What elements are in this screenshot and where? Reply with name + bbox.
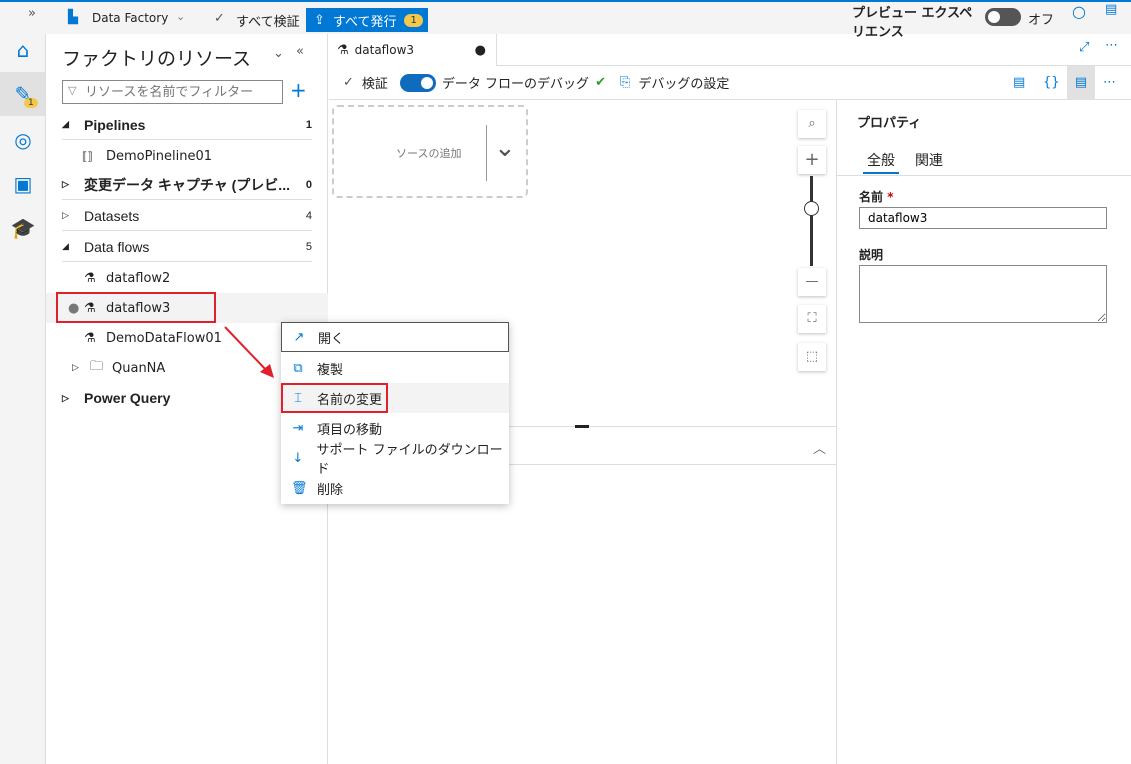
home-icon[interactable]: ⌂ <box>10 38 36 64</box>
debug-label: データ フローのデバッグ <box>441 77 590 92</box>
debug-settings-icon: ⎘ <box>619 75 631 90</box>
zoom-out-button[interactable]: — <box>798 268 826 296</box>
upload-icon: ⇪ <box>314 12 325 28</box>
validate-button[interactable]: 検証 <box>362 73 388 92</box>
properties-title: プロパティ <box>857 116 922 131</box>
open-arrow-icon: ↗ <box>293 329 305 345</box>
expand-icon[interactable]: » <box>28 6 36 21</box>
toolbar: ✓ 検証 データ フローのデバッグ ✔ ⎘ デバッグの設定 ▤ {} ▤ ⋯ <box>329 66 1131 100</box>
chevron-down-icon[interactable]: ⌄ <box>176 10 185 23</box>
code-icon[interactable]: {} <box>1043 75 1060 90</box>
search-canvas-icon[interactable]: ⌕ <box>798 110 826 138</box>
add-source-box[interactable]: ソースの追加 ⌄ <box>332 105 528 198</box>
tree-cdc[interactable]: ▷ 変更データ キャプチャ (プレビ... 0 <box>62 170 312 200</box>
left-rail: ⌂ ✎ 1 ◎ ▣ 🎓 <box>0 34 46 764</box>
tree-pipelines[interactable]: ◢ Pipelines 1 <box>62 110 312 140</box>
debug-settings-button[interactable]: デバッグの設定 <box>638 73 729 92</box>
menu-delete[interactable]: 🗑 削除 <box>281 473 509 503</box>
fit-to-screen-icon[interactable]: ⛶ <box>798 305 826 333</box>
debug-toggle[interactable] <box>399 73 436 92</box>
more-icon[interactable]: ⋯ <box>1103 75 1116 90</box>
factory-icon: ▙ <box>68 10 78 25</box>
zoom-slider-thumb[interactable] <box>804 201 819 216</box>
tree-dataflows[interactable]: ◢ Data flows 5 <box>62 232 312 262</box>
copy-icon: ⧉ <box>293 360 303 376</box>
highlight-box <box>56 292 216 323</box>
properties-panel: プロパティ 全般 関連 名前 * 説明 <box>836 100 1131 764</box>
add-source-label: ソースの追加 <box>396 147 462 160</box>
name-label: 名前 * <box>859 190 894 204</box>
zoom-in-button[interactable]: + <box>798 146 826 174</box>
zoom-slider[interactable] <box>810 176 813 266</box>
preview-state: オフ <box>1028 13 1055 28</box>
tab-general[interactable]: 全般 <box>867 150 895 170</box>
check-circle-icon: ✔ <box>595 75 606 90</box>
top-bar: » ▙ Data Factory ⌄ ✓ すべて検証 ⇪ すべて発行 1 プレビ… <box>0 0 1131 40</box>
tree-item-dataflow2[interactable]: ⚗ dataflow2 <box>62 263 312 293</box>
filter-icon: ▽ <box>68 84 77 97</box>
download-icon: ↓ <box>292 450 304 466</box>
tree-item-pipeline[interactable]: ⟦⟧ DemoPineline01 <box>62 141 312 171</box>
name-input[interactable] <box>859 207 1107 229</box>
tab-dataflow3[interactable]: ⚗ dataflow3 ● <box>329 34 497 66</box>
chevron-down-icon[interactable]: ⌄ <box>494 133 516 163</box>
resources-title: ファクトリのリソース <box>62 48 252 70</box>
tab-related[interactable]: 関連 <box>915 150 943 170</box>
maximize-icon[interactable]: ⤢ <box>1079 40 1089 55</box>
description-input[interactable] <box>859 265 1107 323</box>
resource-filter-input[interactable] <box>62 80 283 104</box>
learn-icon[interactable]: 🎓 <box>10 216 36 242</box>
publish-count-badge: 1 <box>404 13 423 27</box>
factory-name[interactable]: Data Factory <box>92 11 168 25</box>
collapse-panel-icon[interactable]: « <box>296 44 304 59</box>
collapse-all-icon[interactable]: ⌄ <box>273 46 284 61</box>
publish-all-button[interactable]: ⇪ すべて発行 1 <box>306 8 428 32</box>
pipeline-icon: ⟦⟧ <box>82 149 93 163</box>
menu-open[interactable]: ↗ 開く <box>281 322 509 352</box>
publish-label: すべて発行 <box>332 14 397 30</box>
tree-powerquery[interactable]: ▷ Power Query <box>62 383 312 413</box>
rename-highlight-box <box>281 383 388 413</box>
feedback-icon[interactable]: ▤ <box>1105 2 1117 17</box>
move-icon: ⇥ <box>292 420 304 436</box>
menu-clone[interactable]: ⧉ 複製 <box>281 353 509 383</box>
properties-icon[interactable]: ▤ <box>1067 66 1095 100</box>
validate-all-icon: ✓ <box>214 11 225 26</box>
refresh-icon[interactable]: ○ <box>1072 2 1086 21</box>
add-resource-button[interactable]: + <box>290 78 307 102</box>
dataflow-icon: ⚗ <box>84 270 96 286</box>
dataflow-icon: ⚗ <box>84 330 96 346</box>
more-icon[interactable]: ⋯ <box>1105 38 1118 53</box>
tab-bar: ⚗ dataflow3 ● ⤢ ⋯ <box>329 34 1131 66</box>
monitor-icon[interactable]: ◎ <box>10 128 36 154</box>
select-icon[interactable]: ⬚ <box>798 343 826 371</box>
description-label: 説明 <box>859 248 884 262</box>
menu-download-support[interactable]: ↓ サポート ファイルのダウンロード <box>281 443 509 477</box>
context-menu: ↗ 開く ⧉ 複製 ⌶ 名前の変更 ⇥ 項目の移動 ↓ サポート ファイルのダウンロード … <box>281 322 509 504</box>
dataflow-icon: ⚗ <box>337 42 349 58</box>
splitter-handle[interactable] <box>575 425 589 428</box>
red-arrow <box>224 326 274 378</box>
validate-all-button[interactable]: すべて検証 <box>236 11 300 30</box>
author-badge: 1 <box>24 98 38 108</box>
preview-toggle[interactable] <box>985 8 1021 26</box>
trash-icon: 🗑 <box>291 480 308 496</box>
manage-toolbox-icon[interactable]: ▣ <box>10 172 36 198</box>
chevron-up-icon[interactable]: ︿ <box>813 438 826 457</box>
script-icon[interactable]: ▤ <box>1013 75 1025 90</box>
folder-icon: 🗀 <box>90 359 104 374</box>
preview-label: プレビュー エクスペ <box>852 6 973 21</box>
tree-datasets[interactable]: ▷ Datasets 4 <box>62 201 312 231</box>
